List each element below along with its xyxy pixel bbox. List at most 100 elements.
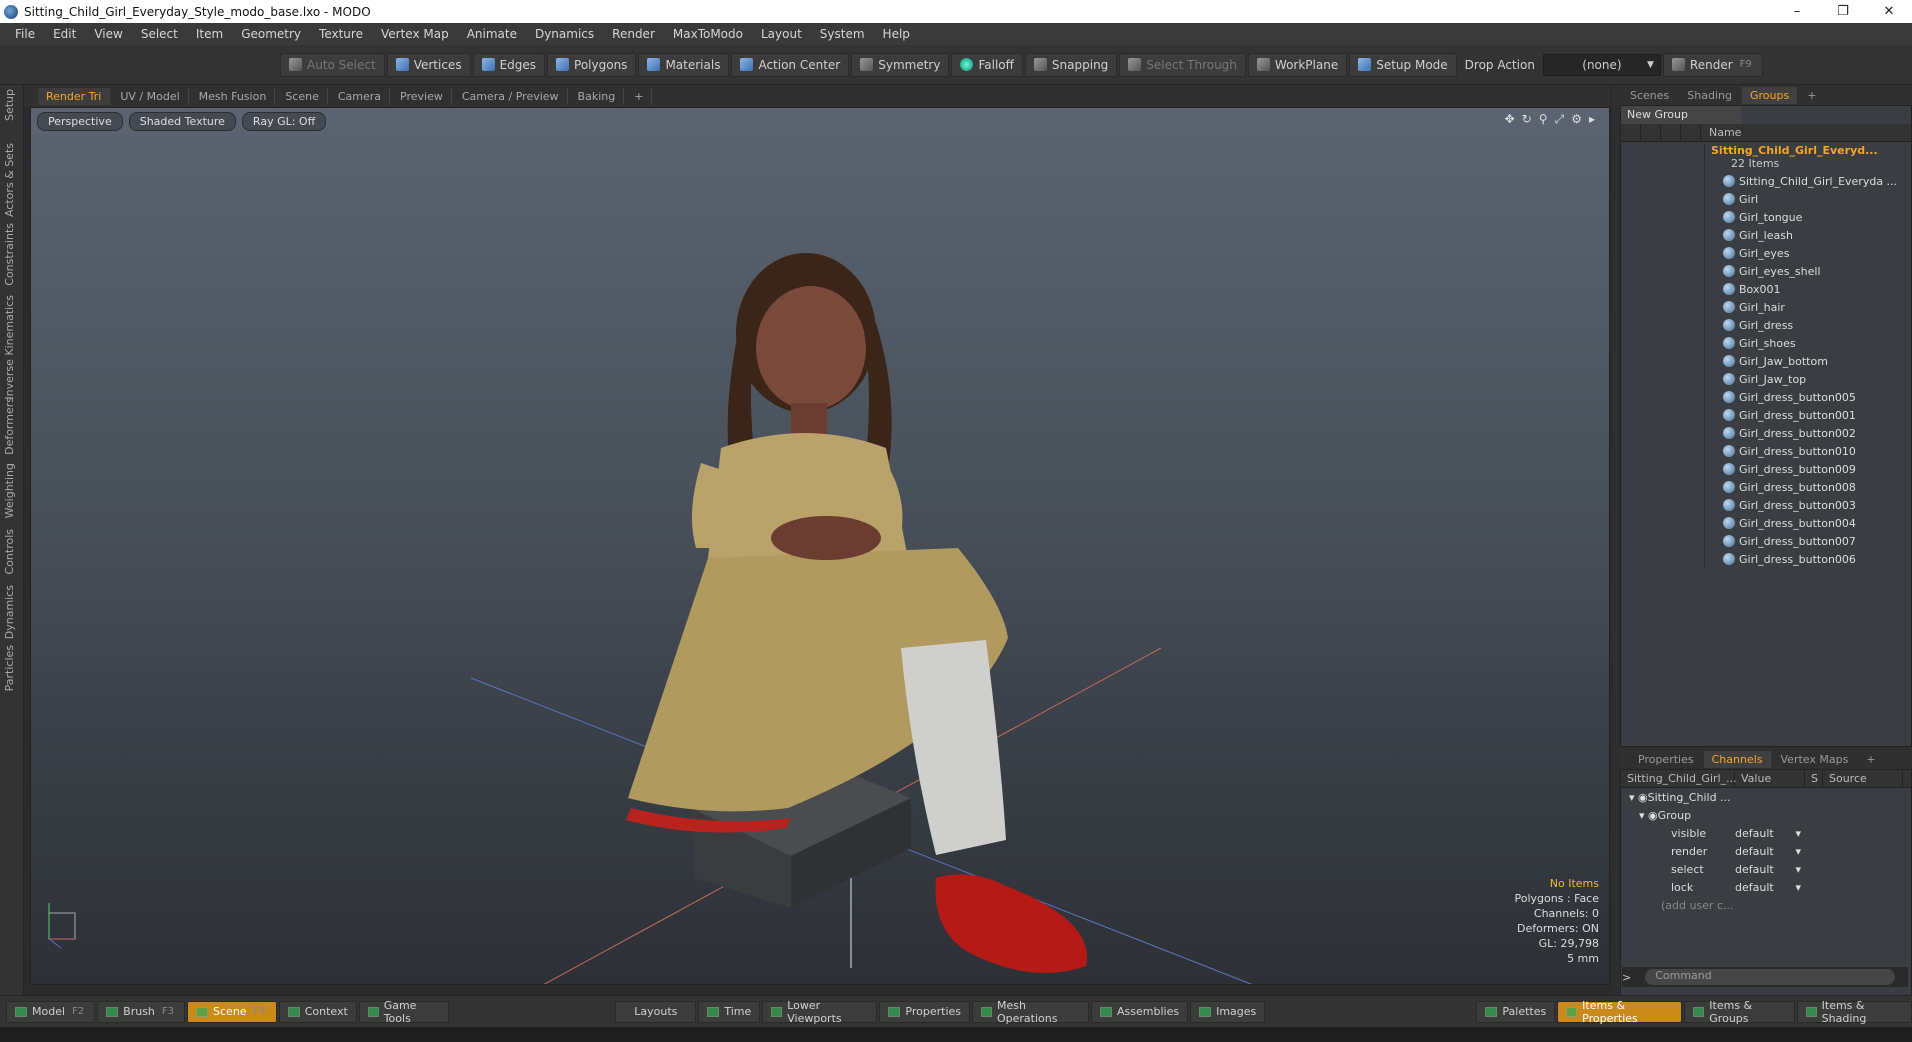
new-group-button[interactable]: New Group xyxy=(1621,106,1741,124)
properties-button[interactable]: Properties xyxy=(879,1000,971,1023)
layout-game-tools-button[interactable]: Game Tools xyxy=(358,999,450,1025)
group-item-row[interactable]: Girl_dress_button003 xyxy=(1621,496,1911,514)
menu-item[interactable]: Item xyxy=(187,27,232,41)
chevron-right-icon[interactable]: ▸ xyxy=(1589,112,1595,127)
menu-edit[interactable]: Edit xyxy=(44,27,85,41)
add-tab-button[interactable]: + xyxy=(1858,751,1883,768)
render-col-icon[interactable] xyxy=(1641,123,1661,142)
group-item-row[interactable]: Girl_dress xyxy=(1621,316,1911,334)
mesh-operations-button[interactable]: Mesh Operations xyxy=(972,999,1090,1025)
tab-channels[interactable]: Channels xyxy=(1703,750,1771,768)
layout-context-button[interactable]: Context xyxy=(278,1000,357,1023)
vtab-deformers[interactable]: Deformers xyxy=(3,397,16,455)
group-item-row[interactable]: Girl_leash xyxy=(1621,226,1911,244)
shading-mode-button[interactable]: Shaded Texture xyxy=(128,112,236,131)
add-tab-button[interactable]: + xyxy=(1799,87,1824,104)
layout-scene-button[interactable]: Scene F4 xyxy=(187,1000,277,1023)
vtab-dynamics[interactable]: Dynamics xyxy=(3,585,16,639)
add-user-channel-row[interactable]: (add user c... xyxy=(1621,896,1911,914)
vtab-particles[interactable]: Particles xyxy=(3,645,16,691)
symmetry-button[interactable]: Symmetry xyxy=(851,52,950,77)
lower-viewports-button[interactable]: Lower Viewports xyxy=(762,999,878,1025)
menu-texture[interactable]: Texture xyxy=(310,27,372,41)
falloff-button[interactable]: Falloff xyxy=(951,52,1023,77)
gear-icon[interactable]: ⚙ xyxy=(1571,112,1582,127)
tab-scene[interactable]: Scene xyxy=(277,87,328,105)
snapping-button[interactable]: Snapping xyxy=(1024,52,1118,77)
drop-action-select[interactable]: (none) ▼ xyxy=(1542,53,1661,76)
tab-camera[interactable]: Camera xyxy=(330,87,391,105)
group-item-row[interactable]: Girl_Jaw_bottom xyxy=(1621,352,1911,370)
minimize-button[interactable]: – xyxy=(1774,0,1820,23)
group-item-row[interactable]: Girl_dress_button006 xyxy=(1621,550,1911,568)
tab-camera-preview[interactable]: Camera / Preview xyxy=(454,87,568,105)
channel-value-select[interactable]: default ▾ xyxy=(1735,845,1805,858)
maximize-button[interactable]: ❐ xyxy=(1820,0,1866,23)
menu-geometry[interactable]: Geometry xyxy=(232,27,310,41)
group-item-row[interactable]: Girl_dress_button009 xyxy=(1621,460,1911,478)
channel-value-select[interactable]: default ▾ xyxy=(1735,863,1805,876)
group-root-row[interactable]: Sitting_Child_Girl_Everyd... 22 Items xyxy=(1621,142,1911,174)
group-item-row[interactable]: Girl_eyes_shell xyxy=(1621,262,1911,280)
menu-dynamics[interactable]: Dynamics xyxy=(526,27,603,41)
3d-viewport[interactable]: Perspective Shaded Texture Ray GL: Off ✥… xyxy=(30,107,1610,985)
group-item-row[interactable]: Girl_hair xyxy=(1621,298,1911,316)
menu-render[interactable]: Render xyxy=(603,27,664,41)
select-col-icon[interactable] xyxy=(1681,123,1701,142)
workplane-button[interactable]: WorkPlane xyxy=(1247,52,1348,77)
menu-view[interactable]: View xyxy=(85,27,131,41)
group-item-row[interactable]: Girl xyxy=(1621,190,1911,208)
channel-value-select[interactable]: default ▾ xyxy=(1735,827,1805,840)
items-properties-button[interactable]: Items & Properties xyxy=(1557,999,1683,1025)
vtab-inverse-kinematics[interactable]: Inverse Kinematics xyxy=(3,295,16,400)
group-item-row[interactable]: Girl_shoes xyxy=(1621,334,1911,352)
group-item-row[interactable]: Girl_dress_button002 xyxy=(1621,424,1911,442)
channel-row[interactable]: visible default ▾ xyxy=(1621,824,1911,842)
group-item-row[interactable]: Girl_dress_button010 xyxy=(1621,442,1911,460)
tab-preview[interactable]: Preview xyxy=(392,87,452,105)
group-item-row[interactable]: Girl_dress_button001 xyxy=(1621,406,1911,424)
time-button[interactable]: Time xyxy=(698,1000,761,1023)
channel-row[interactable]: lock default ▾ xyxy=(1621,878,1911,896)
assemblies-button[interactable]: Assemblies xyxy=(1091,1000,1189,1023)
palettes-button[interactable]: Palettes xyxy=(1476,1000,1556,1023)
tab-scenes[interactable]: Scenes xyxy=(1622,87,1677,104)
channel-group-row[interactable]: ▾ ◉ Group xyxy=(1621,806,1911,824)
items-groups-button[interactable]: Items & Groups xyxy=(1684,999,1795,1025)
group-item-row[interactable]: Box001 xyxy=(1621,280,1911,298)
raygl-button[interactable]: Ray GL: Off xyxy=(241,112,327,131)
render-button[interactable]: Render F9 xyxy=(1662,52,1763,77)
tab-render-tri[interactable]: Render Tri xyxy=(38,87,111,105)
group-item-row[interactable]: Sitting_Child_Girl_Everyda ... xyxy=(1621,172,1911,190)
channel-row[interactable]: select default ▾ xyxy=(1621,860,1911,878)
tab-baking[interactable]: Baking xyxy=(570,87,625,105)
tab-uv-model[interactable]: UV / Model xyxy=(112,87,189,105)
zoom-view-icon[interactable]: ⚲ xyxy=(1539,112,1548,127)
menu-maxtomodo[interactable]: MaxToModo xyxy=(664,27,752,41)
group-item-row[interactable]: Girl_eyes xyxy=(1621,244,1911,262)
tab-shading[interactable]: Shading xyxy=(1679,87,1740,104)
menu-help[interactable]: Help xyxy=(874,27,919,41)
select-through-button[interactable]: Select Through xyxy=(1119,52,1246,77)
tab-mesh-fusion[interactable]: Mesh Fusion xyxy=(191,87,276,105)
vtab-controls[interactable]: Controls xyxy=(3,529,16,575)
tab-properties[interactable]: Properties xyxy=(1630,751,1702,768)
vtab-weighting[interactable]: Weighting xyxy=(3,463,16,518)
tab-vertex-maps[interactable]: Vertex Maps xyxy=(1773,751,1857,768)
view-mode-button[interactable]: Perspective xyxy=(37,112,123,131)
fit-view-icon[interactable]: ⤢ xyxy=(1555,112,1565,127)
move-view-icon[interactable]: ✥ xyxy=(1505,112,1515,127)
group-item-row[interactable]: Girl_dress_button007 xyxy=(1621,532,1911,550)
menu-layout[interactable]: Layout xyxy=(752,27,811,41)
menu-system[interactable]: System xyxy=(811,27,874,41)
tab-groups[interactable]: Groups xyxy=(1741,86,1798,104)
items-shading-button[interactable]: Items & Shading xyxy=(1796,999,1912,1025)
layout-model-button[interactable]: Model F2 xyxy=(6,1000,96,1023)
materials-button[interactable]: Materials xyxy=(638,52,730,77)
vtab-actors-sets[interactable]: Actors & Sets xyxy=(3,143,16,217)
auto-select-button[interactable]: Auto Select xyxy=(280,52,385,77)
images-button[interactable]: Images xyxy=(1190,1000,1266,1023)
add-tab-button[interactable]: + xyxy=(626,87,653,105)
vertices-button[interactable]: Vertices xyxy=(386,52,471,77)
vtab-setup[interactable]: Setup xyxy=(3,89,16,121)
